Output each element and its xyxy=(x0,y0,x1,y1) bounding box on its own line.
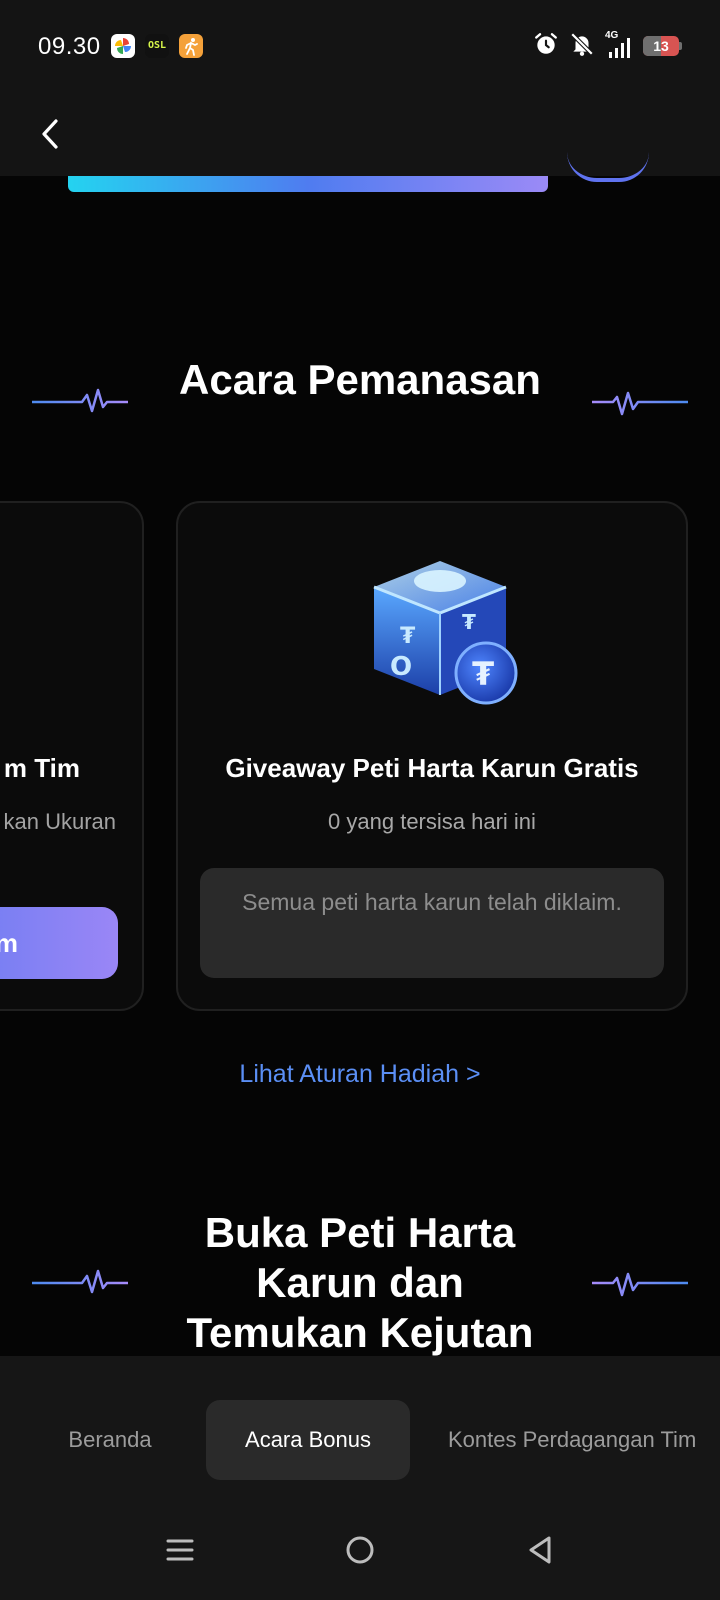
running-app-icon xyxy=(179,34,203,58)
osl-app-icon: OSL xyxy=(145,34,169,58)
status-time: 09.30 xyxy=(38,33,101,60)
back-triangle-icon xyxy=(529,1536,551,1564)
banner-decoration-partial xyxy=(567,150,649,182)
remaining-count: 0 yang tersisa hari ini xyxy=(328,809,536,834)
tab-home[interactable]: Beranda xyxy=(40,1400,180,1480)
pulse-line-right-icon xyxy=(592,391,688,416)
back-arrow-icon xyxy=(42,119,58,149)
svg-text:₮: ₮ xyxy=(400,624,416,649)
home-circle-icon xyxy=(346,1536,374,1564)
pulse-line-left-icon xyxy=(32,388,128,413)
back-button[interactable] xyxy=(22,106,78,162)
screen: 09.30 OSL 4G 13 Acara Pemanasan m Tim ka… xyxy=(0,0,720,1600)
photos-icon xyxy=(111,34,135,58)
tab-team-trading-contest[interactable]: Kontes Perdagangan Tim xyxy=(448,1400,720,1480)
alarm-icon xyxy=(533,31,559,62)
tab-bonus-events[interactable]: Acara Bonus xyxy=(206,1400,410,1480)
team-card-button[interactable]: Tim xyxy=(0,907,118,979)
svg-text:O: O xyxy=(390,652,412,682)
home-button[interactable] xyxy=(330,1520,390,1580)
recent-apps-button[interactable] xyxy=(150,1520,210,1580)
status-bar: 09.30 OSL 4G 13 xyxy=(0,0,720,92)
all-claimed-status: Semua peti harta karun telah diklaim. xyxy=(200,868,664,978)
bottom-tab-bar: Beranda Acara Bonus Kontes Perdagangan T… xyxy=(0,1356,720,1506)
battery-icon: 13 xyxy=(643,36,682,56)
banner-button-partial[interactable] xyxy=(68,176,548,192)
team-card-title: m Tim xyxy=(3,753,80,783)
warmup-section-title: Acara Pemanasan xyxy=(179,356,541,403)
battery-percent: 13 xyxy=(653,38,669,54)
team-card-subtitle: kan Ukuran xyxy=(3,809,116,834)
status-icons: 4G 13 xyxy=(533,30,682,62)
system-nav-bar xyxy=(0,1506,720,1600)
giveaway-title: Giveaway Peti Harta Karun Gratis xyxy=(225,753,639,783)
treasure-section-title: Buka Peti Harta Karun dan Temukan Kejuta… xyxy=(186,1209,534,1356)
pulse-line-left-icon xyxy=(32,1269,128,1294)
notifications-muted-icon xyxy=(569,31,595,62)
menu-icon xyxy=(166,1539,194,1561)
system-back-button[interactable] xyxy=(510,1520,570,1580)
team-event-card-partial: m Tim kan Ukuran Tim xyxy=(0,501,144,1011)
view-reward-rules-link[interactable]: Lihat Aturan Hadiah > xyxy=(0,1060,720,1089)
treasure-chest-icon: ₮ O ₮ ₮ xyxy=(373,561,518,705)
svg-text:₮: ₮ xyxy=(472,655,494,693)
signal-icon: 4G xyxy=(605,30,633,60)
pulse-line-right-icon xyxy=(592,1272,688,1297)
treasure-giveaway-card: ₮ O ₮ ₮ Giveaway Peti Harta Karun Gratis… xyxy=(176,501,688,1011)
svg-text:₮: ₮ xyxy=(462,610,476,634)
